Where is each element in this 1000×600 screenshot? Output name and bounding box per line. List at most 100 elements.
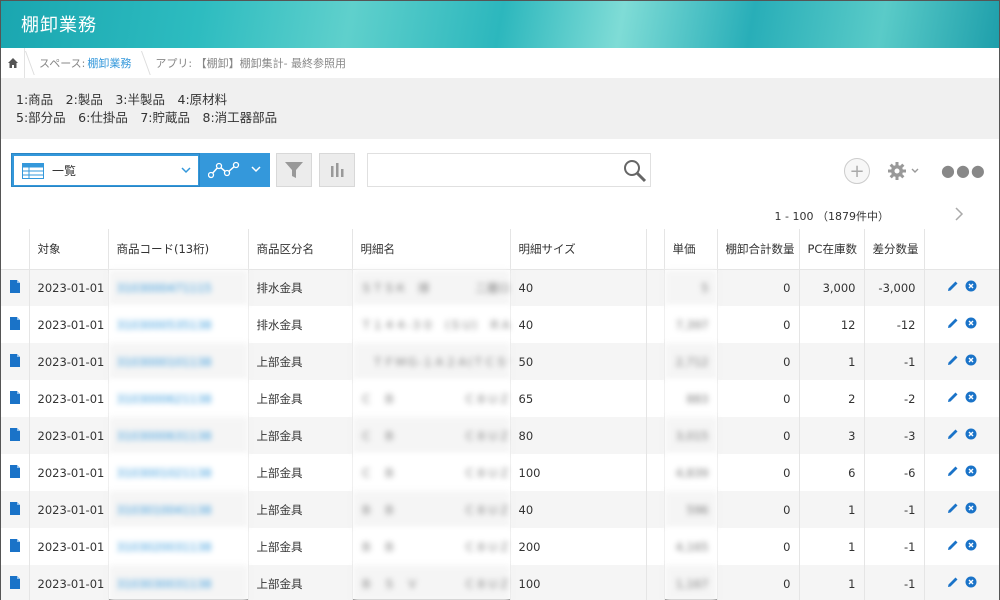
view-select[interactable]: 一覧 [11, 153, 200, 187]
next-page-button[interactable] [953, 206, 965, 225]
close-circle-icon [965, 576, 977, 588]
cell-product-code[interactable]: 3103000621138 [107, 380, 248, 417]
cell-pc-stock: 6 [798, 454, 864, 491]
close-circle-icon [965, 317, 977, 329]
filter-button[interactable] [276, 153, 312, 187]
cell-pc-stock: 2 [798, 380, 864, 417]
breadcrumb-app: アプリ: 【棚卸】棚卸集計- 最終参照用 [141, 48, 356, 78]
cell-item-size: 50 [509, 343, 646, 380]
header-item-name[interactable]: 明細名 [351, 229, 510, 270]
table-row: 2023-01-013103000621138上部金具Ｃ Ｂ Ｃ８ＵＺ ２４－6… [1, 380, 999, 417]
cell-blank [645, 269, 664, 306]
delete-button[interactable] [965, 391, 977, 406]
delete-button[interactable] [965, 428, 977, 443]
delete-button[interactable] [965, 502, 977, 517]
edit-button[interactable] [947, 539, 959, 554]
cell-target: 2023-01-01 [28, 343, 108, 380]
header-pc-stock[interactable]: PC在庫数 [798, 229, 864, 270]
cell-pc-stock: 1 [798, 565, 864, 600]
header-item-size[interactable]: 明細サイズ [509, 229, 646, 270]
record-detail-button[interactable] [1, 491, 29, 528]
header-target[interactable]: 対象 [28, 229, 108, 270]
header-diff[interactable]: 差分数量 [863, 229, 924, 270]
cell-product-code[interactable]: 3103000631138 [107, 417, 248, 454]
record-detail-button[interactable] [1, 417, 29, 454]
graph-chart-button[interactable] [319, 153, 355, 187]
document-icon [9, 501, 20, 515]
cell-item-name: Ｃ Ｂ Ｃ８ＵＺ ２４－ [351, 380, 510, 417]
edit-button[interactable] [947, 354, 959, 369]
table-row: 2023-01-013103010041138上部金具Ｂ Ｂ Ｃ８ＵＺ ２４－4… [1, 491, 999, 528]
cell-product-code[interactable]: 3103000471115 [107, 269, 248, 306]
cell-pc-stock: 1 [798, 343, 864, 380]
pencil-icon [947, 577, 958, 587]
header-count-total[interactable]: 棚卸合計数量 [716, 229, 799, 270]
cell-pc-stock: 12 [798, 306, 864, 343]
table-view-icon [22, 162, 44, 179]
close-circle-icon [965, 428, 977, 440]
header-product-code[interactable]: 商品コード(13桁) [107, 229, 248, 270]
cell-unit-price: 883 [663, 380, 717, 417]
delete-button[interactable] [965, 576, 977, 591]
cell-count-total: 0 [716, 491, 799, 528]
delete-button[interactable] [965, 465, 977, 480]
close-circle-icon [965, 354, 977, 366]
record-detail-button[interactable] [1, 343, 29, 380]
more-options-button[interactable]: ●●● [941, 161, 986, 180]
edit-button[interactable] [947, 428, 959, 443]
header-unit-price[interactable]: 単価 [663, 229, 717, 270]
add-record-button[interactable]: + [844, 158, 870, 184]
record-detail-button[interactable] [1, 380, 29, 417]
document-icon [9, 538, 20, 552]
record-detail-button[interactable] [1, 269, 29, 306]
document-icon [9, 279, 20, 293]
breadcrumb-app-label: アプリ: 【棚卸】棚卸集計- 最終参照用 [155, 57, 347, 70]
breadcrumb-space-link[interactable]: 棚卸業務 [87, 55, 131, 71]
cell-pc-stock: 3,000 [798, 269, 864, 306]
chevron-down-icon [911, 168, 919, 173]
record-detail-button[interactable] [1, 306, 29, 343]
cell-product-code[interactable]: 3103000535138 [107, 306, 248, 343]
cell-product-code[interactable]: 3103001021138 [107, 454, 248, 491]
pencil-icon [947, 503, 958, 513]
delete-button[interactable] [965, 539, 977, 554]
record-detail-button[interactable] [1, 528, 29, 565]
header-blank[interactable] [645, 229, 664, 270]
delete-button[interactable] [965, 354, 977, 369]
cell-actions [923, 565, 999, 600]
edit-button[interactable] [947, 280, 959, 295]
cell-target: 2023-01-01 [28, 417, 108, 454]
record-detail-button[interactable] [1, 565, 29, 600]
delete-button[interactable] [965, 317, 977, 332]
cell-pc-stock: 3 [798, 417, 864, 454]
header-category[interactable]: 商品区分名 [247, 229, 352, 270]
home-button[interactable] [1, 48, 25, 78]
cell-product-code[interactable]: 3103030031138 [107, 565, 248, 600]
pencil-icon [947, 355, 958, 365]
pencil-icon [947, 281, 958, 292]
cell-item-name: Ｃ Ｂ Ｃ８ＵＺ ２４－ [351, 417, 510, 454]
settings-button[interactable] [887, 159, 927, 183]
edit-button[interactable] [947, 391, 959, 406]
edit-button[interactable] [947, 502, 959, 517]
cell-product-code[interactable]: 3103020031138 [107, 528, 248, 565]
document-icon [9, 353, 20, 367]
app-title[interactable]: 棚卸業務 [21, 11, 97, 37]
edit-button[interactable] [947, 317, 959, 332]
cell-product-code[interactable]: 3103010041138 [107, 491, 248, 528]
table-row: 2023-01-013103000631138上部金具Ｃ Ｂ Ｃ８ＵＺ ２４－8… [1, 417, 999, 454]
cell-product-code[interactable]: 3103000101138 [107, 343, 248, 380]
record-detail-button[interactable] [1, 454, 29, 491]
graph-button[interactable] [200, 153, 270, 187]
cell-category: 上部金具 [247, 417, 352, 454]
edit-button[interactable] [947, 576, 959, 591]
cell-blank [645, 380, 664, 417]
cell-category: 上部金具 [247, 343, 352, 380]
search-input[interactable] [368, 154, 618, 186]
search-button[interactable] [620, 156, 650, 186]
delete-button[interactable] [965, 280, 977, 295]
table-row: 2023-01-013103030031138上部金具Ｂ Ｓ Ｖ Ｃ８ＵＺ ２４… [1, 565, 999, 600]
cell-item-name: Ｔ１４４-３０ (ＳＵ) ＲＡＬＰワン [351, 306, 510, 343]
document-icon [9, 316, 20, 330]
edit-button[interactable] [947, 465, 959, 480]
